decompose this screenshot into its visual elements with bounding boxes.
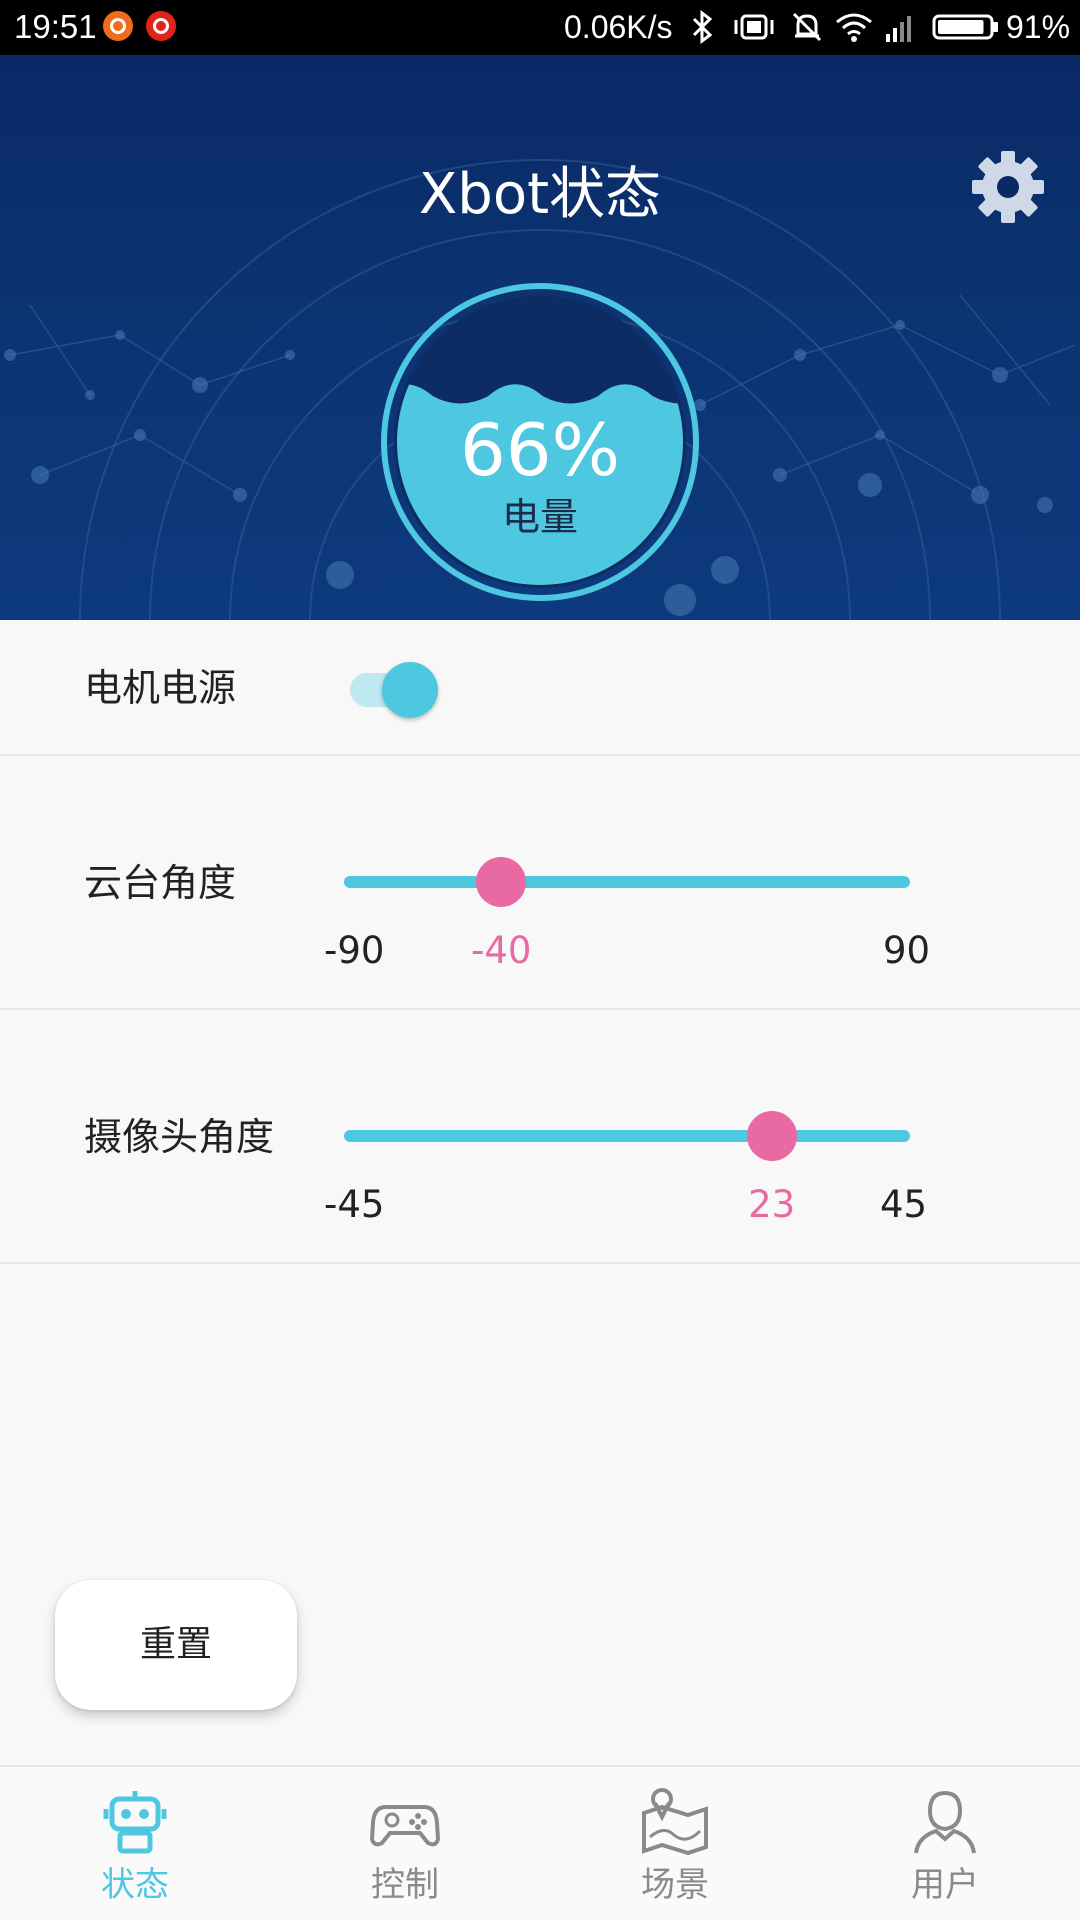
gear-icon[interactable] — [966, 145, 1050, 229]
map-icon — [642, 1788, 708, 1856]
slider-thumb[interactable] — [746, 1111, 797, 1161]
camera-value-label: 23 — [748, 1183, 796, 1226]
robot-icon — [103, 1791, 167, 1854]
mi-app-icon — [103, 11, 133, 41]
reset-button[interactable]: 重置 — [55, 1580, 297, 1710]
camera-max-label: 45 — [880, 1183, 928, 1226]
motor-power-toggle[interactable] — [350, 660, 446, 718]
motor-power-row: 电机电源 — [0, 620, 1080, 756]
gimbal-angle-row: 云台角度 -90 -40 90 — [0, 756, 1080, 1010]
nav-tab-status[interactable]: 状态 — [0, 1767, 270, 1920]
netease-music-icon — [146, 11, 176, 41]
nav-tab-control[interactable]: 控制 — [270, 1767, 540, 1920]
header: Xbot状态 66% 电量 — [0, 55, 1080, 620]
bottom-nav: 状态 控制 场景 用户 — [0, 1765, 1080, 1920]
battery-icon — [932, 14, 998, 40]
mute-icon — [792, 12, 822, 42]
bluetooth-icon — [692, 10, 713, 44]
nav-label-control: 控制 — [371, 1865, 439, 1905]
gimbal-min-label: -90 — [324, 929, 385, 972]
signal-icon — [886, 16, 911, 42]
battery-label: 电量 — [501, 495, 578, 539]
nav-tab-user[interactable]: 用户 — [810, 1767, 1080, 1920]
slider-track — [344, 1130, 910, 1142]
nav-label-user: 用户 — [911, 1865, 979, 1905]
camera-angle-slider[interactable] — [344, 1106, 910, 1166]
wifi-icon — [836, 13, 872, 42]
slider-thumb[interactable] — [476, 857, 527, 907]
page-title: Xbot状态 — [418, 162, 662, 227]
gimbal-value-label: -40 — [471, 929, 532, 972]
status-bar: 19:51 0.06K/s 91% — [0, 0, 1080, 55]
battery-percent: 66% — [459, 408, 621, 492]
camera-angle-label: 摄像头角度 — [84, 1115, 275, 1159]
user-icon — [914, 1790, 976, 1854]
nav-label-status: 状态 — [101, 1865, 169, 1905]
network-speed: 0.06K/s — [564, 9, 673, 45]
status-time: 19:51 — [14, 8, 97, 45]
gamepad-icon — [370, 1805, 440, 1847]
camera-angle-row: 摄像头角度 -45 23 45 — [0, 1010, 1080, 1264]
toggle-thumb[interactable] — [382, 662, 438, 718]
nav-tab-scene[interactable]: 场景 — [540, 1767, 810, 1920]
gimbal-angle-label: 云台角度 — [84, 861, 237, 905]
xbot-status-screen: 19:51 0.06K/s 91% Xbot状态 66% 电量 电机电源 云台角… — [0, 0, 1080, 1920]
gimbal-angle-slider[interactable] — [344, 852, 910, 912]
battery-percent-text: 91% — [1006, 9, 1071, 45]
camera-min-label: -45 — [324, 1183, 385, 1226]
gimbal-max-label: 90 — [883, 929, 931, 972]
motor-power-label: 电机电源 — [84, 666, 237, 710]
slider-track — [344, 876, 910, 888]
vibrate-icon — [734, 14, 774, 40]
nav-label-scene: 场景 — [641, 1865, 709, 1905]
